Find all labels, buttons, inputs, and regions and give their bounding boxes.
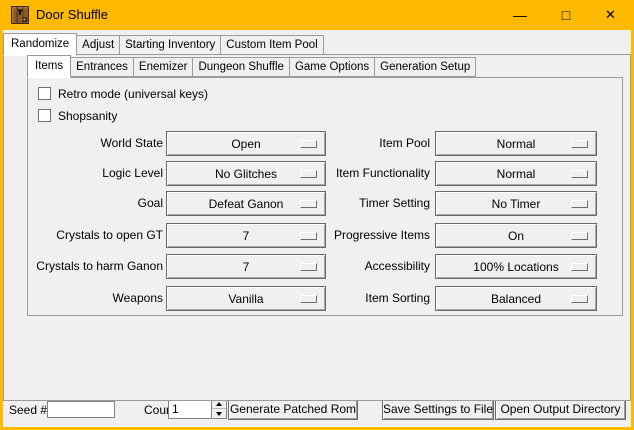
triangle-up-icon bbox=[216, 402, 222, 406]
item-pool-dropdown[interactable]: Normal bbox=[435, 131, 597, 156]
progressive-items-dropdown[interactable]: On bbox=[435, 223, 597, 248]
maximize-icon[interactable]: □ bbox=[543, 0, 589, 30]
seed-input[interactable] bbox=[47, 401, 115, 418]
triangle-down-icon bbox=[216, 412, 222, 416]
item-sorting-dropdown[interactable]: Balanced bbox=[435, 286, 597, 311]
item-functionality-value: Normal bbox=[497, 167, 536, 181]
crystals-ganon-value: 7 bbox=[243, 260, 250, 274]
tab-items[interactable]: Items bbox=[27, 55, 71, 78]
tab-randomize[interactable]: Randomize bbox=[3, 33, 77, 56]
count-spin-arrows bbox=[211, 399, 226, 418]
crystals-gt-value: 7 bbox=[243, 229, 250, 243]
count-spinbox[interactable] bbox=[168, 398, 227, 419]
item-functionality-label: Item Functionality bbox=[280, 161, 430, 186]
dropdown-indicator-icon bbox=[571, 200, 588, 208]
accessibility-value: 100% Locations bbox=[473, 260, 558, 274]
window-title: Door Shuffle bbox=[36, 0, 108, 30]
weapons-label: Weapons bbox=[13, 286, 163, 311]
title-bar: Door Shuffle — □ ✕ bbox=[0, 0, 634, 30]
progressive-items-value: On bbox=[508, 229, 524, 243]
seed-label: Seed # bbox=[9, 402, 47, 419]
progressive-items-label: Progressive Items bbox=[280, 223, 430, 248]
item-pool-value: Normal bbox=[497, 137, 536, 151]
tab-adjust[interactable]: Adjust bbox=[76, 35, 120, 55]
timer-setting-value: No Timer bbox=[492, 197, 541, 211]
item-sorting-label: Item Sorting bbox=[280, 286, 430, 311]
app-window: Door Shuffle — □ ✕ Randomize Adjust Star… bbox=[0, 0, 634, 430]
accessibility-label: Accessibility bbox=[280, 254, 430, 279]
tab-dungeon-shuffle[interactable]: Dungeon Shuffle bbox=[192, 57, 289, 77]
item-sorting-value: Balanced bbox=[491, 292, 541, 306]
shopsanity-checkbox[interactable] bbox=[38, 109, 51, 122]
primary-tab-bar: Randomize Adjust Starting Inventory Cust… bbox=[3, 33, 323, 55]
tab-generation-setup[interactable]: Generation Setup bbox=[374, 57, 476, 77]
dropdown-indicator-icon bbox=[571, 140, 588, 148]
accessibility-dropdown[interactable]: 100% Locations bbox=[435, 254, 597, 279]
retro-mode-row: Retro mode (universal keys) bbox=[38, 87, 288, 101]
crystals-ganon-label: Crystals to harm Ganon bbox=[13, 254, 163, 279]
world-state-label: World State bbox=[13, 131, 163, 156]
item-functionality-dropdown[interactable]: Normal bbox=[435, 161, 597, 186]
goal-value: Defeat Ganon bbox=[209, 197, 284, 211]
secondary-tab-bar: Items Entrances Enemizer Dungeon Shuffle… bbox=[27, 55, 475, 77]
timer-setting-dropdown[interactable]: No Timer bbox=[435, 191, 597, 216]
dropdown-indicator-icon bbox=[571, 263, 588, 271]
minimize-icon[interactable]: — bbox=[497, 0, 543, 30]
logic-level-value: No Glitches bbox=[215, 167, 277, 181]
retro-mode-checkbox[interactable] bbox=[38, 87, 51, 100]
dropdown-indicator-icon bbox=[571, 295, 588, 303]
item-pool-label: Item Pool bbox=[280, 131, 430, 156]
tab-entrances[interactable]: Entrances bbox=[70, 57, 134, 77]
timer-setting-label: Timer Setting bbox=[280, 191, 430, 216]
dropdown-indicator-icon bbox=[571, 232, 588, 240]
tab-starting-inventory[interactable]: Starting Inventory bbox=[119, 35, 221, 55]
tab-custom-item-pool[interactable]: Custom Item Pool bbox=[220, 35, 323, 55]
tab-game-options[interactable]: Game Options bbox=[289, 57, 375, 77]
spin-down-button[interactable] bbox=[212, 408, 226, 418]
tab-enemizer[interactable]: Enemizer bbox=[133, 57, 194, 77]
goal-label: Goal bbox=[13, 191, 163, 216]
client-area: Randomize Adjust Starting Inventory Cust… bbox=[3, 30, 631, 427]
logic-level-label: Logic Level bbox=[13, 161, 163, 186]
door-icon bbox=[11, 6, 29, 24]
weapons-value: Vanilla bbox=[228, 292, 263, 306]
count-input[interactable] bbox=[169, 399, 211, 418]
shopsanity-label: Shopsanity bbox=[58, 109, 117, 123]
world-state-value: Open bbox=[231, 137, 260, 151]
close-icon[interactable]: ✕ bbox=[587, 0, 634, 30]
dropdown-indicator-icon bbox=[571, 170, 588, 178]
crystals-gt-label: Crystals to open GT bbox=[13, 223, 163, 248]
shopsanity-row: Shopsanity bbox=[38, 109, 288, 123]
retro-mode-label: Retro mode (universal keys) bbox=[58, 87, 208, 101]
